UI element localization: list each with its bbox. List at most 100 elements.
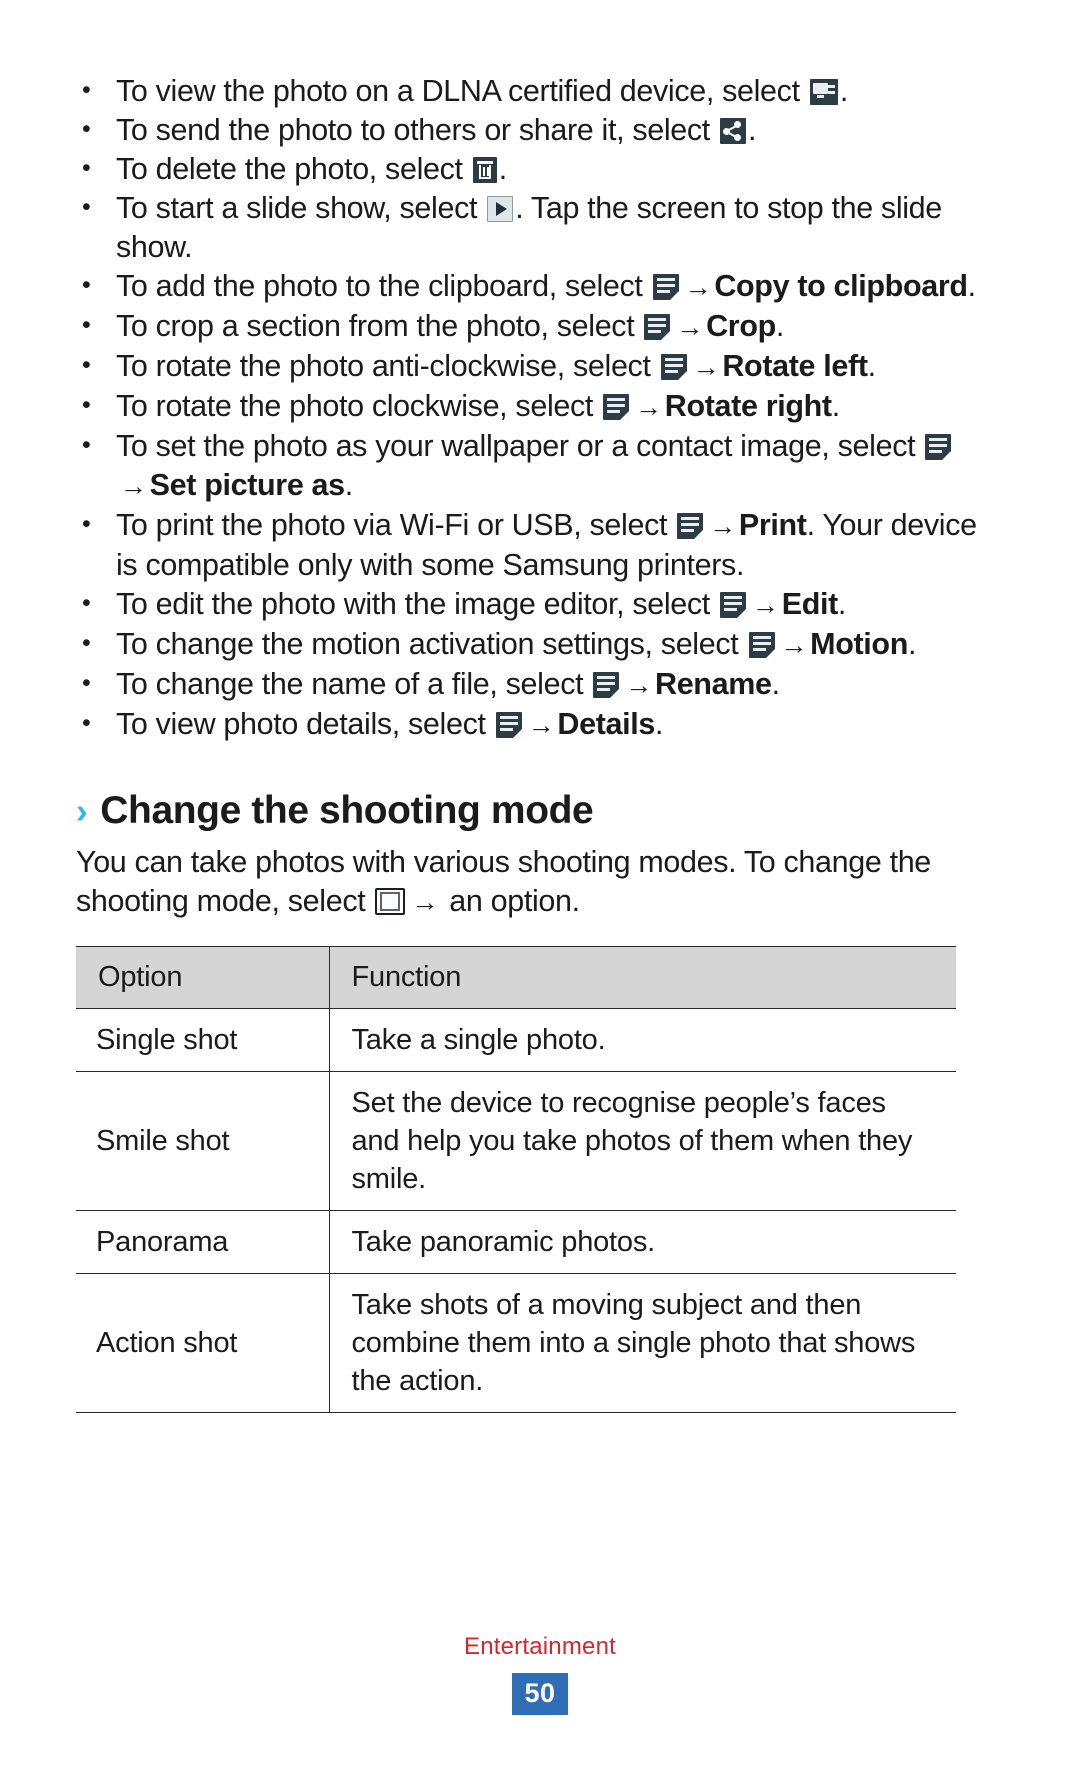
table-row: Single shot Take a single photo.	[76, 1008, 956, 1072]
bullet-text: .	[775, 309, 785, 343]
menu-icon	[593, 672, 620, 698]
shooting-mode-icon	[375, 888, 406, 915]
list-item: To print the photo via Wi-Fi or USB, sel…	[76, 505, 984, 585]
list-item: To rotate the photo anti-clockwise, sele…	[76, 346, 984, 387]
table-header-row: Option Function	[76, 946, 956, 1009]
bullet-text: To edit the photo with the image editor,…	[116, 587, 719, 621]
bullet-text: To start a slide show, select	[116, 191, 486, 225]
bullet-text: To print the photo via Wi-Fi or USB, sel…	[116, 508, 676, 542]
list-item: To add the photo to the clipboard, selec…	[76, 266, 984, 307]
list-item: To delete the photo, select .	[76, 149, 984, 189]
cell-function: Set the device to recognise people’s fac…	[329, 1071, 956, 1211]
list-item: To edit the photo with the image editor,…	[76, 584, 984, 625]
bullet-text: .	[498, 152, 507, 186]
dlna-icon	[809, 79, 838, 105]
list-item: To change the name of a file, select →Re…	[76, 664, 984, 705]
bullet-text: .	[344, 468, 353, 502]
photo-options-list: To view the photo on a DLNA certified de…	[76, 71, 984, 745]
column-header-option: Option	[76, 946, 330, 1009]
bullet-text: .	[831, 389, 840, 423]
bullet-text: .	[748, 113, 757, 147]
menu-path-label: Rename	[655, 667, 772, 701]
shooting-modes-table: Option Function Single shot Take a single…	[76, 946, 956, 1413]
bullet-text: To delete the photo, select	[116, 152, 471, 186]
arrow-glyph: →	[709, 511, 736, 541]
page-number-badge: 50	[512, 1673, 568, 1715]
menu-path-label: Crop	[706, 309, 776, 343]
bullet-text: .	[839, 74, 848, 108]
bullet-text: .	[837, 587, 847, 621]
menu-icon	[925, 434, 952, 460]
menu-path-label: Rotate right	[664, 389, 832, 423]
share-icon	[720, 118, 747, 144]
section-title: Change the shooting mode	[100, 789, 594, 832]
cell-function: Take shots of a moving subject and then …	[329, 1273, 956, 1413]
cell-option: Smile shot	[76, 1071, 330, 1211]
cell-option: Single shot	[76, 1008, 330, 1072]
cell-option: Panorama	[76, 1210, 330, 1274]
bullet-text: .	[867, 349, 876, 383]
list-item: To start a slide show, select . Tap the …	[76, 188, 984, 267]
menu-icon	[677, 513, 704, 539]
manual-page: To view the photo on a DLNA certified de…	[0, 0, 1080, 1771]
chapter-label: Entertainment	[463, 1633, 616, 1660]
chevron-right-icon: ›	[76, 792, 88, 831]
menu-path-label: Details	[557, 707, 655, 741]
column-header-function: Function	[329, 946, 956, 1009]
bullet-text: To view photo details, select	[116, 707, 494, 741]
arrow-glyph: →	[411, 887, 439, 917]
menu-icon	[660, 354, 687, 380]
list-item: To send the photo to others or share it,…	[76, 110, 984, 150]
bullet-text: .	[967, 269, 976, 303]
menu-path-label: Set picture as	[149, 468, 345, 502]
intro-text-after: an option.	[441, 884, 580, 918]
list-item: To view photo details, select →Details.	[76, 704, 984, 745]
bullet-text: To set the photo as your wallpaper or a …	[116, 429, 924, 463]
page-footer: Entertainment 50	[0, 1633, 1080, 1715]
menu-icon	[603, 394, 630, 420]
arrow-glyph: →	[120, 471, 147, 501]
menu-icon	[720, 592, 747, 618]
menu-icon	[495, 712, 522, 738]
menu-path-label: Rotate left	[722, 349, 868, 383]
list-item: To rotate the photo clockwise, select →R…	[76, 386, 984, 427]
bullet-text: To view the photo on a DLNA certified de…	[116, 74, 808, 108]
bullet-text: .	[654, 707, 664, 741]
bullet-text: To crop a section from the photo, select	[116, 309, 643, 343]
arrow-glyph: →	[527, 710, 555, 740]
list-item: To view the photo on a DLNA certified de…	[76, 71, 984, 111]
bullet-text: To change the name of a file, select	[116, 667, 592, 701]
play-icon	[487, 196, 514, 222]
bullet-text: To add the photo to the clipboard, selec…	[116, 269, 651, 303]
arrow-glyph: →	[676, 312, 704, 342]
menu-path-label: Copy to clipboard	[714, 269, 968, 303]
arrow-glyph: →	[752, 590, 779, 620]
menu-icon	[652, 274, 679, 300]
list-item: To set the photo as your wallpaper or a …	[76, 426, 984, 506]
arrow-glyph: →	[780, 630, 808, 660]
arrow-glyph: →	[635, 392, 662, 422]
bullet-text: To rotate the photo clockwise, select	[116, 389, 602, 423]
cell-option: Action shot	[76, 1273, 330, 1413]
menu-path-label: Print	[738, 508, 807, 542]
bullet-text: To rotate the photo anti-clockwise, sele…	[116, 349, 659, 383]
section-heading: › Change the shooting mode	[76, 789, 984, 833]
section-intro: You can take photos with various shootin…	[76, 843, 956, 922]
list-item: To change the motion activation settings…	[76, 624, 984, 665]
list-item: To crop a section from the photo, select…	[76, 306, 984, 347]
cell-function: Take a single photo.	[329, 1008, 956, 1072]
menu-icon	[644, 314, 671, 340]
arrow-glyph: →	[684, 272, 712, 302]
bullet-text: .	[771, 667, 780, 701]
menu-path-label: Motion	[810, 627, 908, 661]
arrow-glyph: →	[692, 352, 720, 382]
table-row: Panorama Take panoramic photos.	[76, 1210, 956, 1274]
cell-function: Take panoramic photos.	[329, 1210, 956, 1274]
bullet-text: To send the photo to others or share it,…	[116, 113, 719, 147]
table-row: Smile shot Set the device to recognise pe…	[76, 1071, 956, 1211]
arrow-glyph: →	[625, 670, 653, 700]
bullet-text: To change the motion activation settings…	[116, 627, 747, 661]
bullet-text: .	[908, 627, 917, 661]
menu-path-label: Edit	[781, 587, 839, 621]
menu-icon	[748, 632, 775, 658]
